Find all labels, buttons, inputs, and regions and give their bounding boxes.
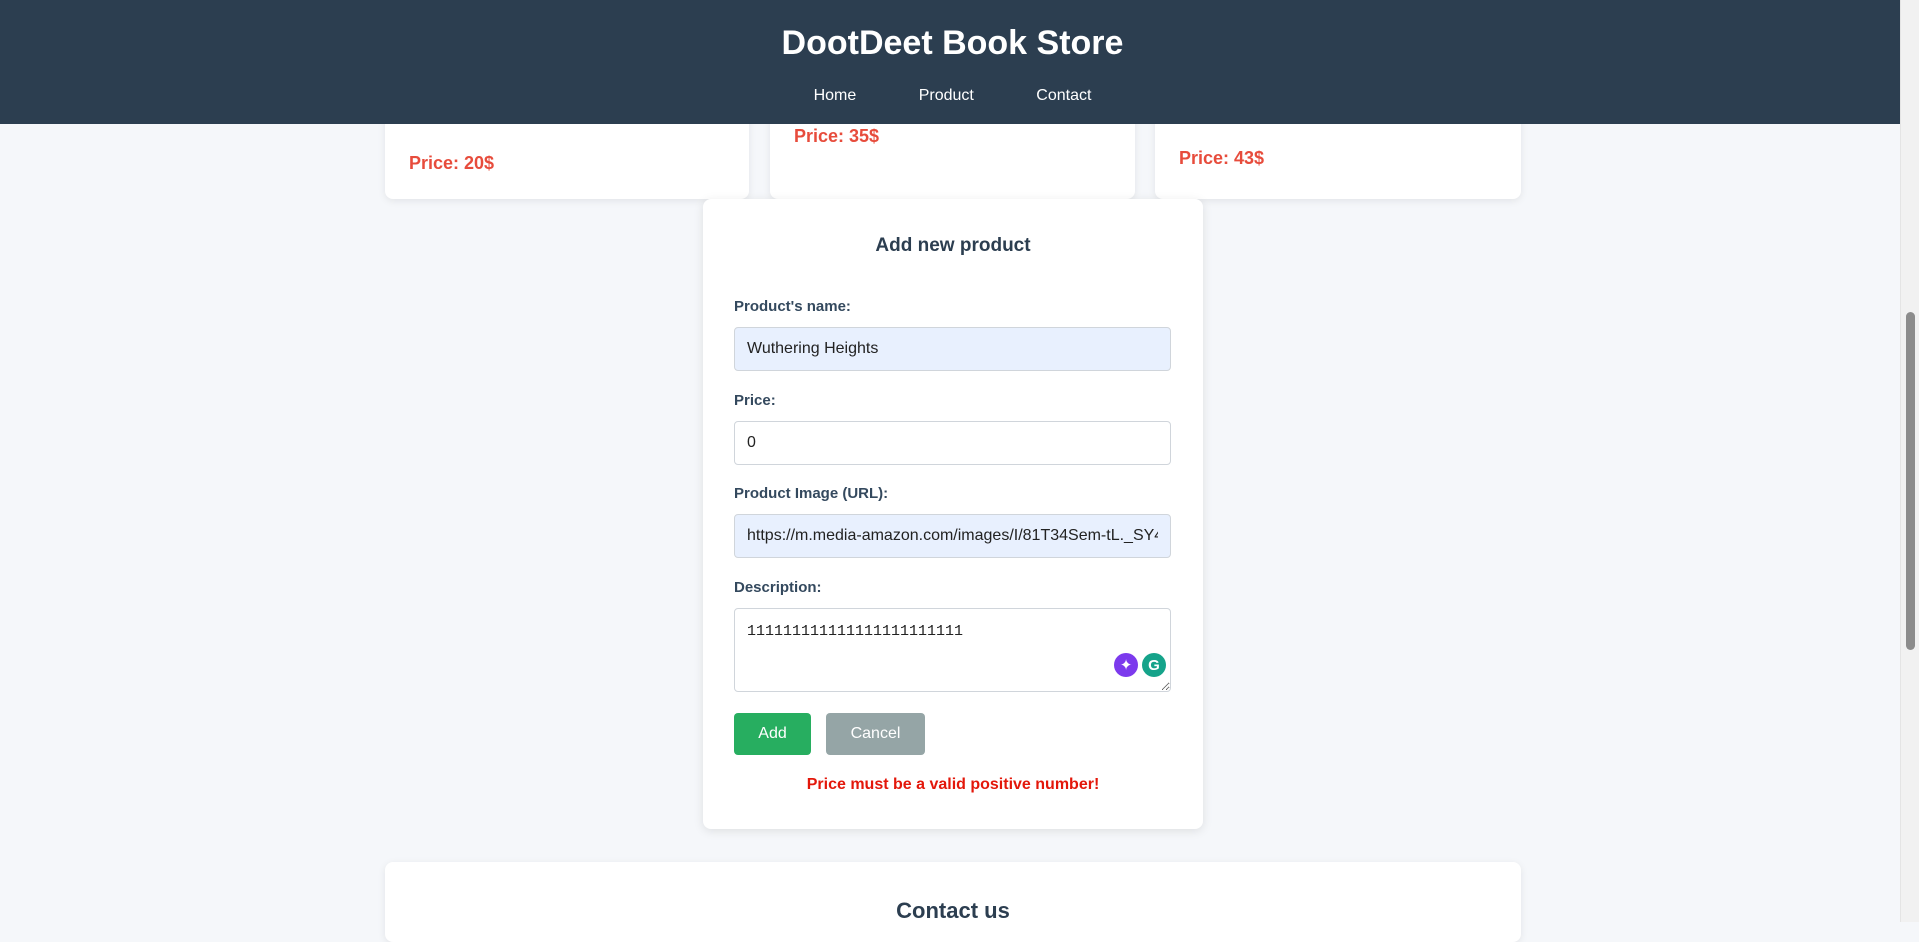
product-name-label: Product's name: (734, 298, 851, 315)
price-input[interactable] (734, 421, 1171, 465)
price-error-message: Price must be a valid positive number! (806, 776, 1100, 793)
site-title: DootDeet Book Store (781, 24, 1124, 62)
image-url-label: Product Image (URL): (734, 485, 889, 502)
form-title: Add new product (875, 235, 1031, 256)
scrollbar-thumb[interactable] (1906, 312, 1915, 650)
price-label: Price: (734, 392, 776, 409)
nav-product[interactable]: Product (919, 84, 974, 108)
nav-contact[interactable]: Contact (1036, 84, 1091, 108)
main-nav: Home Product Contact (0, 84, 1905, 108)
nav-home[interactable]: Home (814, 84, 857, 108)
page-scrollbar[interactable] (1900, 0, 1919, 922)
description-label: Description: (734, 579, 822, 596)
description-textarea[interactable]: 111111111111111111111111 (734, 608, 1171, 692)
product-name-input[interactable] (734, 327, 1171, 371)
card-price: Price: 35$ (794, 126, 880, 146)
contact-title: Contact us (896, 898, 1010, 923)
card-price: Price: 20$ (409, 153, 495, 173)
image-url-input[interactable] (734, 514, 1171, 558)
site-header: DootDeet Book Store Home Product Contact (0, 0, 1900, 124)
contact-section: Contact us (385, 862, 1521, 942)
grammarly-icon[interactable]: G (1142, 653, 1166, 677)
ai-assistant-icon[interactable]: ✦ (1114, 653, 1138, 677)
card-price: Price: 43$ (1179, 148, 1265, 168)
add-button[interactable]: Add (734, 713, 811, 755)
cancel-button[interactable]: Cancel (826, 713, 925, 755)
